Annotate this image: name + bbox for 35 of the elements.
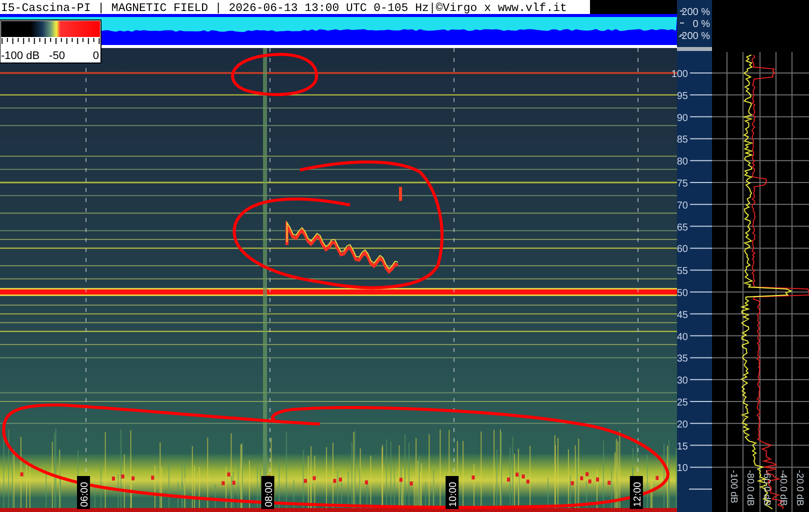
amplitude-label: -200 % <box>678 31 710 42</box>
frequency-label: 70 <box>676 200 688 212</box>
time-label: 08:00 <box>261 476 275 509</box>
spectrum-level-label: -20.0 dB <box>794 470 805 506</box>
frequency-label: 25 <box>676 398 688 408</box>
frequency-label: 85 <box>676 134 688 146</box>
time-label: 10:00 <box>446 476 460 509</box>
scale-label: -50 <box>49 50 65 62</box>
frequency-label: 10 <box>676 463 688 474</box>
time-label: 06:00 <box>77 476 90 509</box>
frequency-label: 15 <box>676 441 688 452</box>
frequency-label: 65 <box>676 222 688 234</box>
frequency-label: 35 <box>676 354 688 365</box>
frequency-label: 100 <box>671 69 688 80</box>
frequency-label: 75 <box>676 178 688 190</box>
frequency-label: 80 <box>676 156 688 168</box>
frequency-label: 20 <box>676 419 688 430</box>
frequency-label: 45 <box>676 310 688 321</box>
frequency-label: 50 <box>676 288 688 299</box>
frequency-label: 30 <box>676 376 688 387</box>
amplitude-label: 0 % <box>692 19 710 30</box>
time-label: 12:00 <box>630 476 644 509</box>
spectrum-level-label: -80.0 dB <box>744 470 756 506</box>
amplitude-label: 200 % <box>682 7 710 18</box>
spectrum-level-label: -40.0 dB <box>778 470 788 506</box>
title-text: I5-Cascina-PI | MAGNETIC FIELD | 2026-06-13 13:00 UTC 0-105 Hz|©Virgo x www.vlf.it <box>0 0 590 15</box>
frequency-label: 55 <box>676 266 688 278</box>
frequency-label: 40 <box>676 332 688 343</box>
frequency-label: 95 <box>676 90 688 102</box>
frequency-label: 60 <box>676 244 688 256</box>
spectrum-level-label: -100 dB <box>728 470 739 504</box>
frequency-label: 90 <box>676 112 688 124</box>
spectrum-level-label: -60.0 dB <box>761 470 772 506</box>
scale-label: 0 <box>92 50 99 62</box>
scale-label: -100 dB <box>1 50 40 62</box>
